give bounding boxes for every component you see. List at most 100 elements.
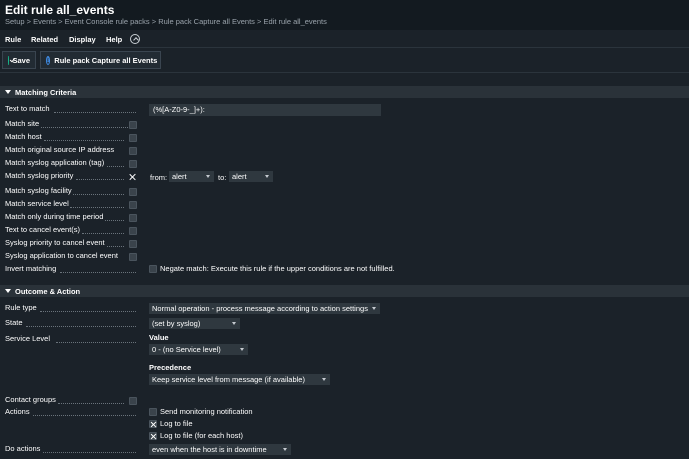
menu-related[interactable]: Related <box>31 35 58 44</box>
log-to-file-checkbox[interactable] <box>149 420 157 428</box>
chevron-down-icon <box>283 448 287 451</box>
log-to-file-each-host-label: Log to file (for each host) <box>160 431 243 440</box>
leader-dots <box>56 342 136 343</box>
do-actions-value: even when the host is in downtime <box>152 445 267 454</box>
contact-groups-checkbox[interactable] <box>129 397 137 405</box>
log-to-file-label: Log to file <box>160 419 193 428</box>
text-to-cancel-label: Text to cancel event(s) <box>5 225 81 234</box>
service-level-value: 0 - (no Service level) <box>152 345 221 354</box>
state-value: (set by syslog) <box>152 319 201 328</box>
syslog-priority-cancel-label: Syslog priority to cancel event <box>5 238 105 247</box>
leader-dots <box>33 415 136 416</box>
negate-match-label: Negate match: Execute this rule if the u… <box>160 264 395 273</box>
leader-dots <box>40 311 136 312</box>
actions-label: Actions <box>5 407 30 416</box>
page-title: Edit rule all_events <box>5 3 115 17</box>
rule-pack-button-label: Rule pack Capture all Events <box>54 55 158 65</box>
breadcrumb[interactable]: Setup > Events > Event Console rule pack… <box>5 17 327 26</box>
leader-dots <box>73 194 124 195</box>
leader-dots <box>107 246 124 247</box>
leader-dots <box>60 272 136 273</box>
chevron-down-icon <box>232 322 236 325</box>
menu-display[interactable]: Display <box>69 35 96 44</box>
send-notification-checkbox[interactable] <box>149 408 157 416</box>
priority-from-label: from: <box>150 173 168 182</box>
section-title: Matching Criteria <box>15 88 77 97</box>
chevron-down-icon <box>372 307 376 310</box>
menu-help[interactable]: Help <box>106 35 122 44</box>
leader-dots <box>82 233 124 234</box>
precedence-select[interactable]: Keep service level from message (if avai… <box>149 374 330 385</box>
rule-type-label: Rule type <box>5 303 37 312</box>
precedence-value: Keep service level from message (if avai… <box>152 375 305 384</box>
priority-from-value: alert <box>172 172 187 181</box>
save-button-label: Save <box>12 55 30 65</box>
info-icon: i <box>46 55 51 65</box>
match-syslog-app-label: Match syslog application (tag) <box>5 158 105 167</box>
do-actions-label: Do actions <box>5 444 41 453</box>
match-syslog-priority-checkbox[interactable] <box>129 173 137 181</box>
send-notification-label: Send monitoring notification <box>160 407 253 416</box>
do-actions-select[interactable]: even when the host is in downtime <box>149 444 291 455</box>
state-label: State <box>5 318 23 327</box>
contact-groups-label: Contact groups <box>5 395 56 404</box>
leader-dots <box>41 127 136 128</box>
value-label: Value <box>149 333 169 342</box>
syslog-app-cancel-label: Syslog application to cancel event <box>5 251 118 260</box>
menu-rule[interactable]: Rule <box>5 35 21 44</box>
state-select[interactable]: (set by syslog) <box>149 318 240 329</box>
chevron-down-icon <box>206 175 210 178</box>
match-site-label: Match site <box>5 119 40 128</box>
match-service-level-label: Match service level <box>5 199 69 208</box>
priority-to-value: alert <box>232 172 247 181</box>
log-to-file-each-host-checkbox[interactable] <box>149 432 157 440</box>
service-level-label: Service Level <box>5 334 51 343</box>
text-to-cancel-checkbox[interactable] <box>129 227 137 235</box>
outcome-action-header[interactable]: Outcome & Action <box>0 285 689 297</box>
service-level-value-select[interactable]: 0 - (no Service level) <box>149 344 248 355</box>
match-syslog-facility-checkbox[interactable] <box>129 188 137 196</box>
match-host-label: Match host <box>5 132 42 141</box>
match-syslog-app-checkbox[interactable] <box>129 160 137 168</box>
match-syslog-facility-label: Match syslog facility <box>5 186 72 195</box>
rule-pack-button[interactable]: i Rule pack Capture all Events <box>40 51 161 69</box>
priority-to-label: to: <box>218 173 227 182</box>
collapse-triangle-icon <box>5 289 11 293</box>
leader-dots <box>54 112 136 113</box>
leader-dots <box>43 452 136 453</box>
precedence-label: Precedence <box>149 363 192 372</box>
match-source-ip-label: Match original source IP address <box>5 145 115 154</box>
leader-dots <box>44 140 124 141</box>
match-service-level-checkbox[interactable] <box>129 201 137 209</box>
match-host-checkbox[interactable] <box>129 134 137 142</box>
text-to-match-label: Text to match <box>5 104 50 113</box>
chevron-down-icon <box>240 348 244 351</box>
match-syslog-priority-label: Match syslog priority <box>5 171 74 180</box>
chevron-down-icon <box>322 378 326 381</box>
invert-matching-label: Invert matching <box>5 264 57 273</box>
leader-dots <box>105 220 124 221</box>
priority-to-select[interactable]: alert <box>229 171 273 182</box>
rule-type-select[interactable]: Normal operation - process message accor… <box>149 303 380 314</box>
syslog-app-cancel-checkbox[interactable] <box>129 253 137 261</box>
collapse-menu-icon[interactable] <box>130 34 140 44</box>
match-site-checkbox[interactable] <box>129 121 137 129</box>
section-title: Outcome & Action <box>15 287 81 296</box>
leader-dots <box>58 403 124 404</box>
match-source-ip-checkbox[interactable] <box>129 147 137 155</box>
leader-dots <box>107 166 124 167</box>
rule-type-value: Normal operation - process message accor… <box>152 304 368 313</box>
title-bar: Edit rule all_events Setup > Events > Ev… <box>0 0 689 30</box>
chevron-down-icon <box>265 175 269 178</box>
leader-dots <box>70 207 124 208</box>
text-to-match-input[interactable]: (%[A-Z0-9-_]+): <box>149 104 381 116</box>
match-time-period-label: Match only during time period <box>5 212 104 221</box>
negate-match-checkbox[interactable] <box>149 265 157 273</box>
match-time-period-checkbox[interactable] <box>129 214 137 222</box>
save-button[interactable]: Save <box>2 51 36 69</box>
toolbar: Save i Rule pack Capture all Events <box>0 48 689 73</box>
collapse-triangle-icon <box>5 90 11 94</box>
syslog-priority-cancel-checkbox[interactable] <box>129 240 137 248</box>
matching-criteria-header[interactable]: Matching Criteria <box>0 86 689 98</box>
priority-from-select[interactable]: alert <box>169 171 214 182</box>
